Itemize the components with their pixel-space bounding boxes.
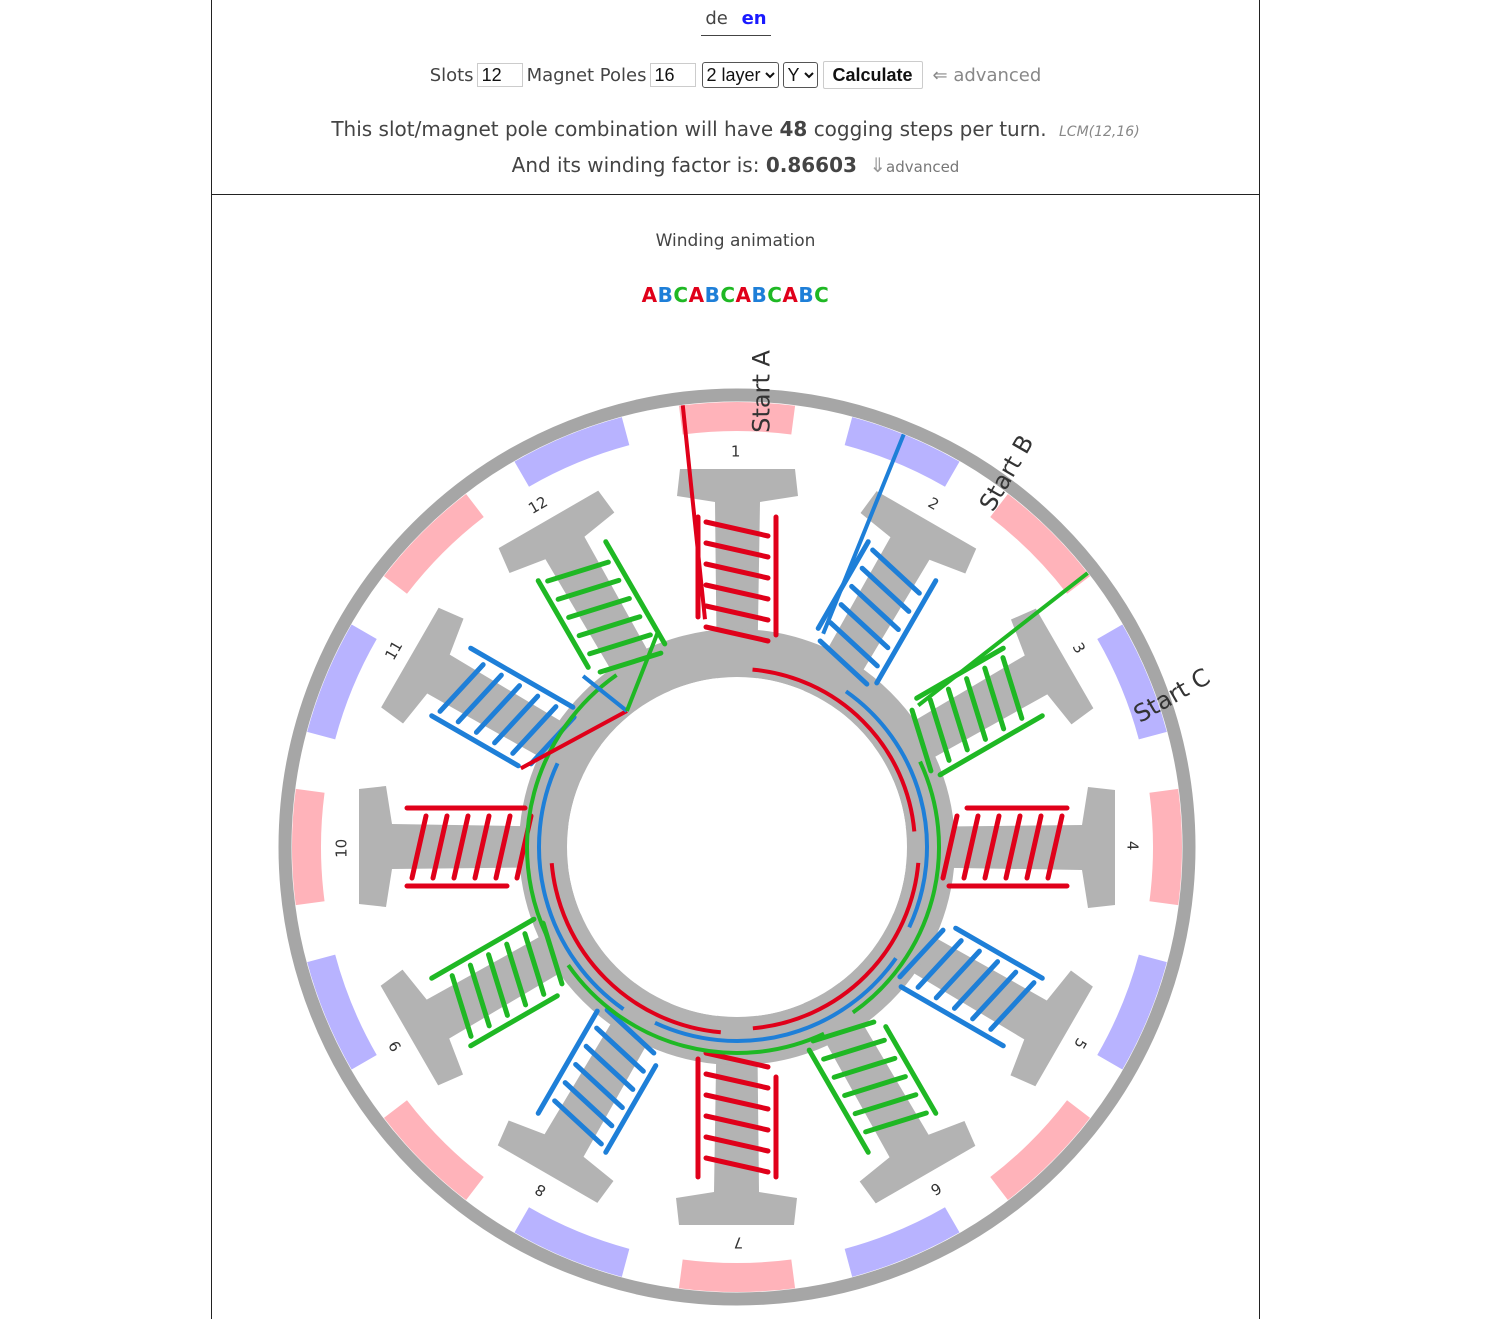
magnet-pole-5 [1149,788,1182,906]
slots-input[interactable] [476,63,523,87]
slots-label: Slots [429,64,474,86]
slot-number-11: 11 [381,638,406,664]
poles-label: Magnet Poles [526,64,647,86]
start-label-1: Start A [747,350,775,433]
start-lead-1 [680,405,707,620]
layer-select[interactable]: 2 layer [701,62,779,88]
advanced-link[interactable]: ⇐ advanced [933,65,1042,86]
cogging-result: This slot/magnet pole combination will h… [212,117,1259,141]
slot-number-7: 7 [734,1233,744,1251]
slot-number-10: 10 [333,839,351,858]
slot-number-6: 6 [927,1179,944,1199]
poles-input[interactable] [649,63,696,87]
lcm-note: LCM(12,16) [1059,124,1140,140]
magnet-pole-1 [678,402,796,435]
slot-number-9: 9 [385,1037,405,1054]
cogging-suffix: cogging steps per turn. [813,117,1047,141]
cogging-prefix: This slot/magnet pole combination will h… [331,117,774,141]
slot-number-3: 3 [1069,639,1089,656]
slot-number-5: 5 [1070,1035,1090,1052]
cogging-steps: 48 [779,117,808,141]
slot-number-1: 1 [731,443,741,461]
magnet-pole-9 [678,1259,796,1293]
language-switcher: de en [701,8,771,36]
winding-advanced-link[interactable]: advanced [886,158,959,176]
down-arrow-icon[interactable]: ⇓ [869,153,886,177]
winding-factor-result: And its winding factor is: 0.86603 ⇓adva… [212,153,1259,177]
slot-number-2: 2 [925,494,942,514]
lang-en-link[interactable]: en [742,8,767,29]
animation-panel: Winding animation ABCABCABCABC 123456789… [211,195,1260,1319]
rotor-bore [567,677,907,1017]
winding-factor-value: 0.86603 [765,153,857,177]
settings-panel: de en Slots Magnet Poles 2 layer Y Calcu… [211,0,1260,195]
lang-de-link[interactable]: de [705,8,728,29]
calculate-button[interactable]: Calculate [822,61,923,89]
calculator-form: Slots Magnet Poles 2 layer Y Calculate ⇐… [212,61,1259,89]
connection-select[interactable]: Y [782,62,818,88]
magnet-pole-13 [292,788,325,906]
slot-number-4: 4 [1123,841,1141,851]
motor-winding-diagram: 123456789101112Start AStart BStart C [278,350,1215,1306]
winding-prefix: And its winding factor is: [511,153,760,177]
slot-number-12: 12 [525,493,551,518]
slot-number-8: 8 [532,1180,549,1200]
